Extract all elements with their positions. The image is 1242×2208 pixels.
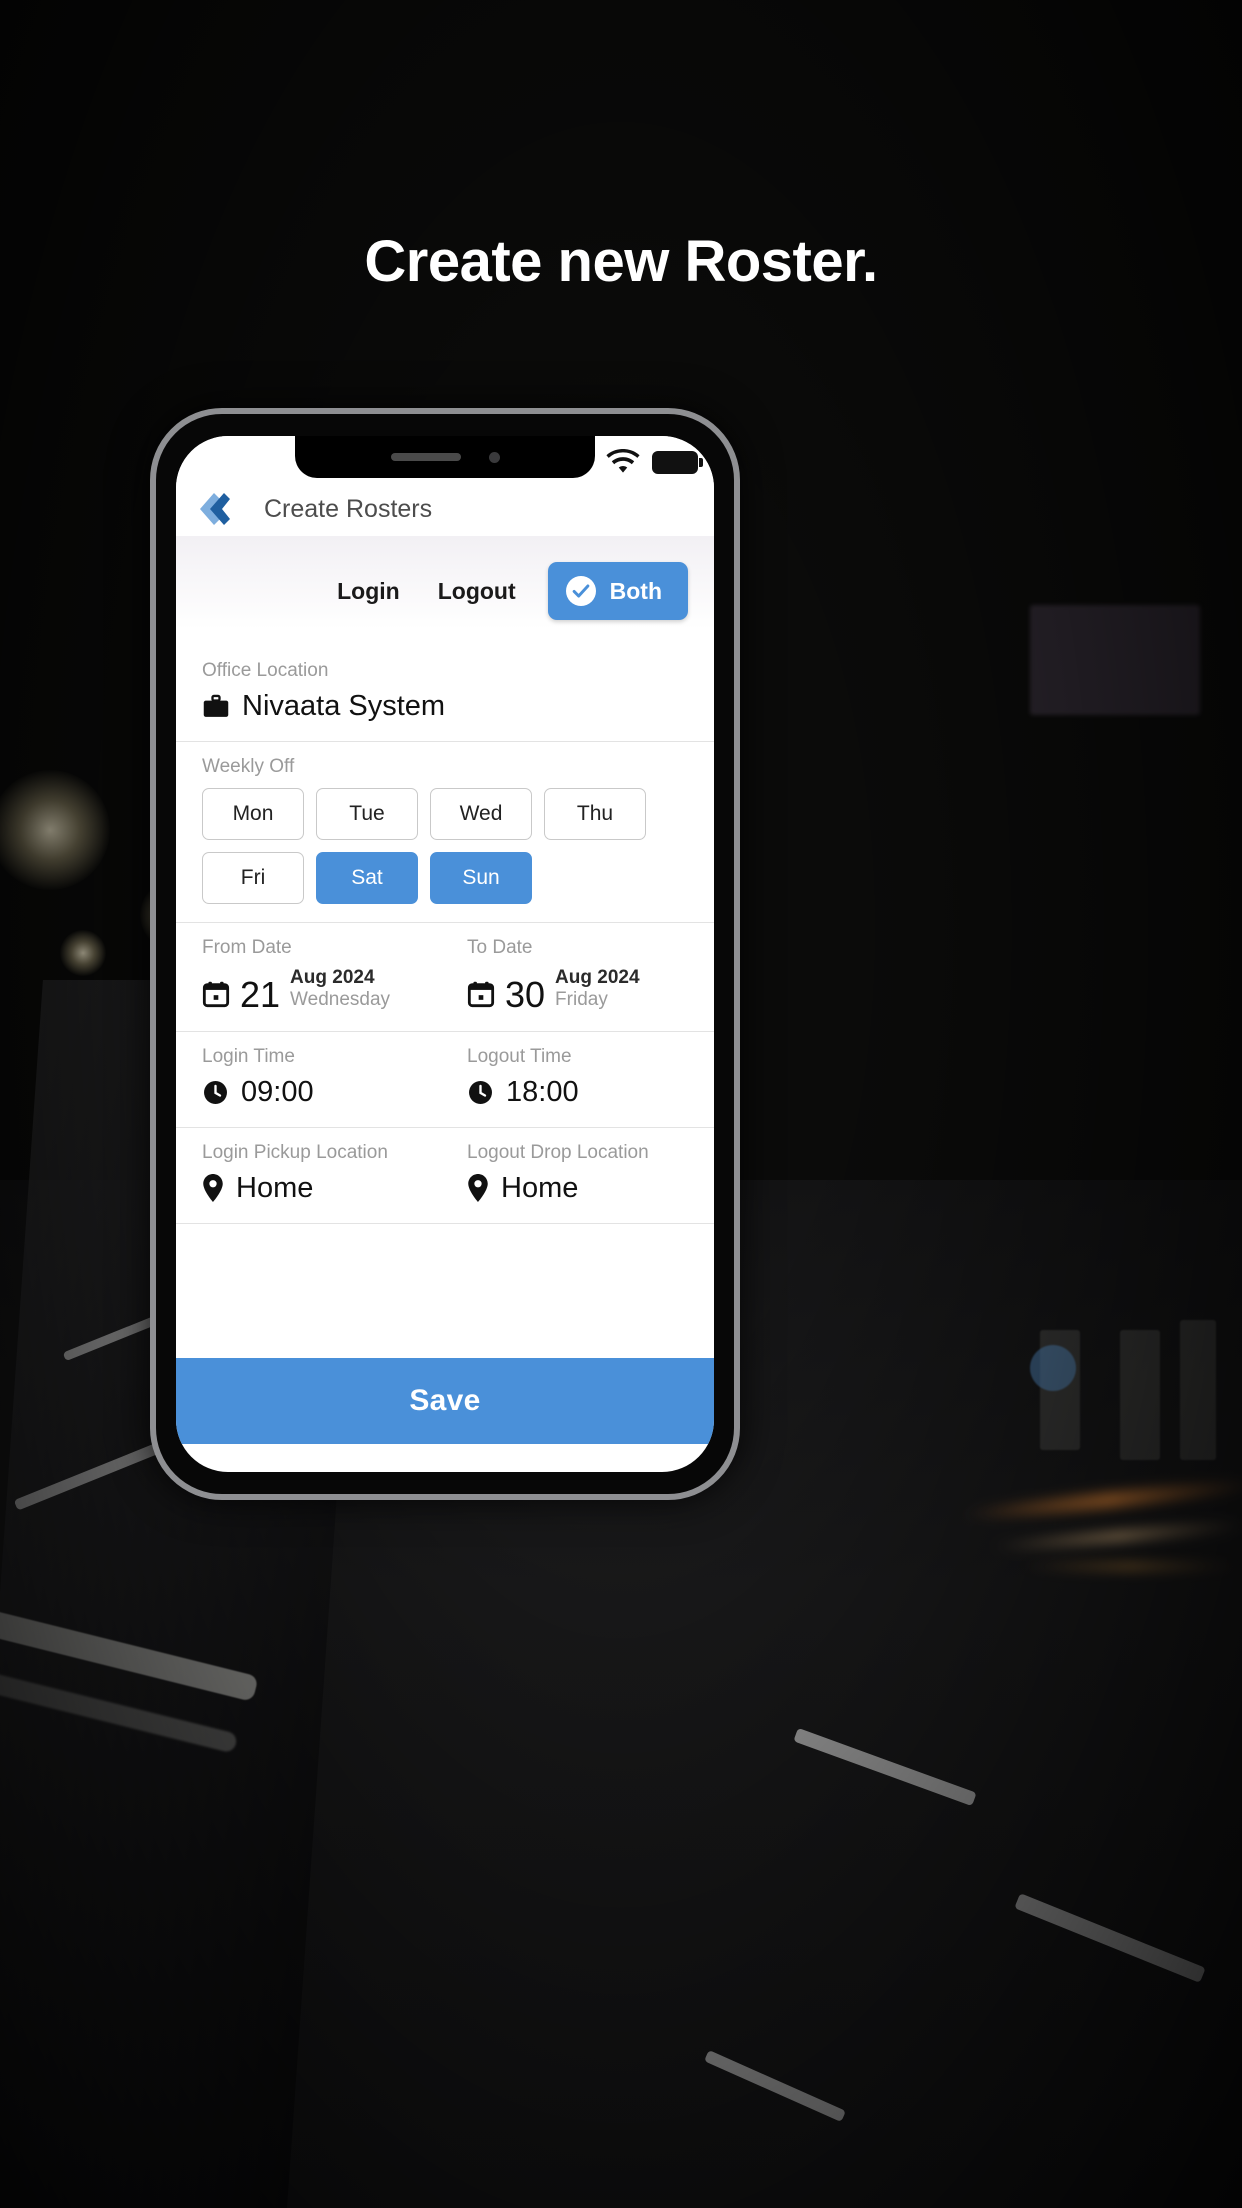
day-chip-sun[interactable]: Sun	[430, 852, 532, 904]
to-date-weekday: Friday	[555, 988, 608, 1010]
tab-both[interactable]: Both	[547, 562, 688, 620]
from-date-value-row: 21 Aug 2024 Wednesday	[202, 967, 429, 1013]
login-pickup-label: Login Pickup Location	[202, 1141, 388, 1163]
date-range-row: From Date 21 Aug 2024 Wednesday To Date …	[176, 923, 714, 1032]
to-date-day: 30	[505, 973, 546, 1015]
login-time-field[interactable]: Login Time 09:00	[176, 1032, 449, 1127]
login-pickup-field[interactable]: Login Pickup Location Home	[176, 1128, 449, 1223]
day-chip-thu[interactable]: Thu	[544, 788, 646, 840]
login-time-label: Login Time	[202, 1045, 295, 1067]
map-pin-icon	[467, 1174, 489, 1203]
phone-screen: Create Rosters Login Logout Both Office …	[176, 436, 714, 1472]
login-time-value-row: 09:00	[202, 1076, 429, 1109]
to-date-month-year: Aug 2024	[555, 967, 640, 988]
office-location-value: Nivaata System	[242, 690, 446, 722]
mode-tabs: Login Logout Both	[176, 536, 714, 646]
office-location-section[interactable]: Office Location Nivaata System	[176, 646, 714, 742]
save-button[interactable]: Save	[176, 1358, 714, 1444]
logout-drop-value: Home	[501, 1171, 579, 1204]
weekly-off-label: Weekly Off	[202, 756, 295, 777]
clock-icon	[202, 1079, 229, 1106]
location-row: Login Pickup Location Home Logout Drop L…	[176, 1127, 714, 1224]
weekly-off-chips: Mon Tue Wed Thu Fri Sat Sun	[202, 788, 688, 904]
day-chip-sat[interactable]: Sat	[316, 852, 418, 904]
office-location-label: Office Location	[202, 660, 329, 681]
logout-drop-value-row: Home	[467, 1172, 694, 1205]
login-pickup-value: Home	[236, 1171, 314, 1204]
logout-time-field[interactable]: Logout Time 18:00	[449, 1032, 714, 1127]
logout-time-value: 18:00	[506, 1075, 579, 1108]
to-date-value-row: 30 Aug 2024 Friday	[467, 967, 694, 1013]
phone-notch	[295, 436, 595, 478]
tab-both-label: Both	[609, 577, 662, 604]
day-chip-wed[interactable]: Wed	[430, 788, 532, 840]
logout-time-label: Logout Time	[467, 1045, 572, 1067]
battery-icon	[652, 450, 703, 474]
from-date-month-year: Aug 2024	[290, 967, 375, 988]
from-date-field[interactable]: From Date 21 Aug 2024 Wednesday	[176, 923, 449, 1031]
from-date-label: From Date	[202, 937, 292, 958]
wifi-icon	[606, 449, 640, 475]
day-chip-mon[interactable]: Mon	[202, 788, 304, 840]
double-chevron-left-icon[interactable]	[192, 487, 238, 531]
clock-icon	[467, 1079, 494, 1106]
tab-logout[interactable]: Logout	[432, 574, 522, 609]
day-chip-fri[interactable]: Fri	[202, 852, 304, 904]
weekly-off-section: Weekly Off Mon Tue Wed Thu Fri Sat Sun	[176, 742, 714, 923]
from-date-sub: Aug 2024 Wednesday	[290, 967, 390, 1013]
check-circle-icon	[565, 576, 596, 606]
login-pickup-value-row: Home	[202, 1172, 429, 1205]
calendar-icon	[202, 980, 230, 1013]
from-date-weekday: Wednesday	[290, 988, 391, 1010]
map-pin-icon	[202, 1174, 224, 1203]
front-camera-icon	[488, 451, 500, 463]
calendar-icon	[467, 980, 495, 1013]
to-date-sub: Aug 2024 Friday	[555, 967, 639, 1013]
time-row: Login Time 09:00 Logout Time 18:00	[176, 1031, 714, 1128]
phone-mockup: Create Rosters Login Logout Both Office …	[150, 408, 740, 1500]
logout-drop-label: Logout Drop Location	[467, 1141, 649, 1163]
logout-time-value-row: 18:00	[467, 1076, 694, 1109]
office-location-value-row: Nivaata System	[202, 690, 688, 723]
briefcase-icon	[202, 694, 230, 720]
tab-login[interactable]: Login	[331, 574, 406, 609]
from-date-day: 21	[240, 973, 281, 1015]
day-chip-tue[interactable]: Tue	[316, 788, 418, 840]
to-date-label: To Date	[467, 937, 533, 958]
login-time-value: 09:00	[241, 1075, 314, 1108]
to-date-field[interactable]: To Date 30 Aug 2024 Friday	[449, 923, 714, 1031]
page-title: Create new Roster.	[364, 229, 878, 294]
earpiece-speaker-icon	[390, 453, 461, 461]
header-title: Create Rosters	[264, 494, 433, 523]
empty-space	[176, 1223, 714, 1344]
logout-drop-field[interactable]: Logout Drop Location Home	[449, 1128, 714, 1223]
